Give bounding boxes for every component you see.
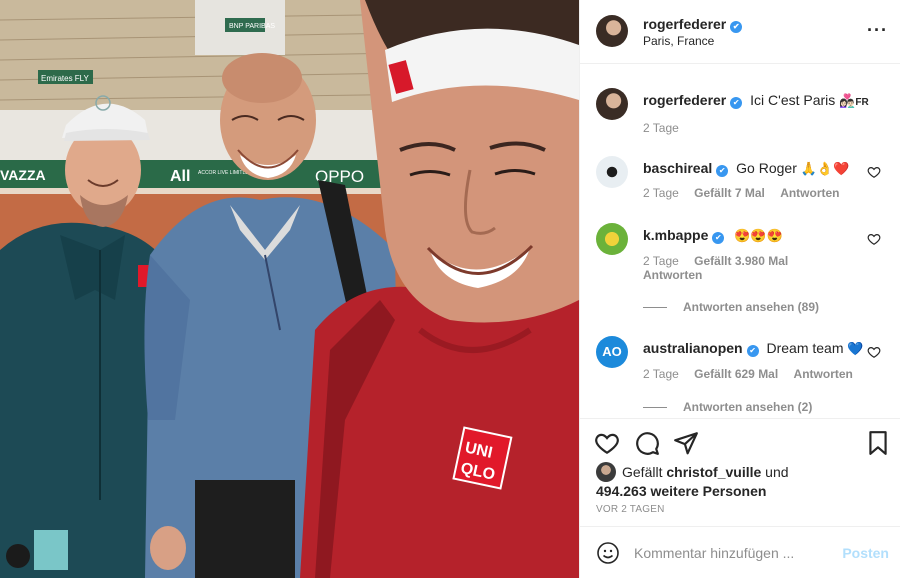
comment-bubble-icon[interactable] — [634, 430, 660, 456]
comment-likes[interactable]: Gefällt 7 Mal — [694, 186, 765, 200]
comment-age[interactable]: 2 Tage — [643, 186, 679, 200]
save-bookmark-icon[interactable] — [865, 430, 891, 456]
caption-emoji: 👩🏻‍❤️‍👨🏻 — [839, 93, 856, 108]
add-comment-section: Posten — [580, 526, 900, 578]
comment-age[interactable]: 2 Tage — [643, 254, 679, 268]
comment-emoji: 🙏👌❤️ — [800, 161, 850, 176]
comment-message: Dream team — [766, 340, 844, 356]
caption-username[interactable]: rogerfederer — [643, 92, 726, 108]
replies-divider-line — [643, 307, 667, 309]
likes-summary: Gefällt christof_vuille und 494.263 weit… — [596, 462, 886, 500]
post-details-panel: rogerfederer ✔ Paris, France ··· rogerfed… — [579, 0, 900, 578]
post-comment-button[interactable]: Posten — [842, 545, 889, 561]
share-paper-plane-icon[interactable] — [673, 430, 699, 456]
caption-meta: 2 Tage — [643, 121, 691, 135]
comment-meta: 2 Tage Gefällt 629 Mal Antworten — [643, 367, 865, 381]
comment-meta: 2 Tage Gefällt 7 Mal Antworten — [643, 186, 852, 200]
banner-bnp: BNP PARIBAS — [229, 23, 275, 30]
post-location[interactable]: Paris, France — [643, 34, 714, 48]
likes-and: und — [765, 464, 789, 480]
comment-message: Go Roger — [736, 160, 797, 176]
comment-likes[interactable]: Gefällt 3.980 Mal — [694, 254, 788, 268]
commenter-avatar[interactable] — [596, 156, 628, 188]
reply-button[interactable]: Antworten — [794, 367, 853, 381]
photo-illustration: BNP PARIBAS Emirates FLY VAZZA All ACCOR… — [0, 0, 579, 578]
post-photo[interactable]: BNP PARIBAS Emirates FLY VAZZA All ACCOR… — [0, 0, 579, 578]
verified-badge-icon: ✔ — [746, 345, 759, 357]
commenter-username[interactable]: k.mbappe — [643, 227, 708, 243]
like-comment-heart-icon[interactable] — [867, 165, 881, 179]
caption-flag: FR — [855, 97, 869, 108]
comment-age[interactable]: 2 Tage — [643, 367, 679, 381]
verified-badge-icon: ✔ — [716, 165, 729, 177]
like-comment-heart-icon[interactable] — [867, 232, 881, 246]
verified-badge-icon: ✔ — [730, 21, 743, 33]
verified-badge-icon: ✔ — [712, 232, 725, 244]
caption-text: rogerfederer ✔ Ici C'est Paris 👩🏻‍❤️‍👨🏻FR — [643, 92, 883, 109]
post-timestamp[interactable]: VOR 2 TAGEN — [596, 504, 665, 515]
comment-emoji: 💙 — [847, 341, 864, 356]
banner-emirates: Emirates FLY — [41, 74, 90, 83]
commenter-username[interactable]: baschireal — [643, 160, 712, 176]
view-replies-button[interactable]: Antworten ansehen (89) — [643, 300, 819, 314]
commenter-avatar[interactable] — [596, 223, 628, 255]
likes-count-link[interactable]: 494.263 weitere Personen — [596, 483, 766, 499]
banner-vazza: VAZZA — [0, 167, 46, 183]
reply-button[interactable]: Antworten — [780, 186, 839, 200]
liker-username[interactable]: christof_vuille — [666, 464, 761, 480]
caption-message: Ici C'est Paris — [750, 92, 836, 108]
commenter-username[interactable]: australianopen — [643, 340, 743, 356]
verified-badge-icon: ✔ — [730, 97, 743, 109]
uniqlo-logo: UNI QLO — [452, 426, 513, 490]
comment-input[interactable] — [634, 543, 834, 563]
comment-text: australianopen ✔ Dream team 💙 — [643, 340, 883, 357]
banner-all: All — [170, 168, 190, 185]
comment-meta: 2 Tage Gefällt 3.980 Mal Antworten — [643, 254, 873, 282]
comment-likes[interactable]: Gefällt 629 Mal — [694, 367, 778, 381]
view-replies-label[interactable]: Antworten ansehen (89) — [683, 300, 819, 314]
more-options-icon[interactable]: ··· — [867, 21, 888, 39]
reply-button[interactable]: Antworten — [643, 268, 702, 282]
comments-list[interactable]: rogerfederer ✔ Ici C'est Paris 👩🏻‍❤️‍👨🏻FR… — [580, 64, 900, 418]
post-header: rogerfederer ✔ Paris, France ··· — [580, 0, 900, 64]
liker-avatar[interactable] — [596, 462, 616, 482]
australianopen-logo-icon[interactable]: AO — [596, 336, 628, 368]
author-username-text[interactable]: rogerfederer — [643, 16, 726, 32]
caption-age[interactable]: 2 Tage — [643, 121, 679, 135]
view-replies-label[interactable]: Antworten ansehen (2) — [683, 400, 812, 414]
comment-text: baschireal ✔ Go Roger 🙏👌❤️ — [643, 160, 883, 177]
likes-prefix: Gefällt — [622, 464, 663, 480]
comment-text: k.mbappe ✔ 😍😍😍 — [643, 227, 883, 244]
replies-divider-line — [643, 407, 667, 409]
like-comment-heart-icon[interactable] — [867, 345, 881, 359]
view-replies-button[interactable]: Antworten ansehen (2) — [643, 400, 812, 414]
comment-emoji: 😍😍😍 — [734, 228, 783, 243]
author-avatar[interactable] — [596, 88, 628, 120]
author-avatar[interactable] — [596, 15, 628, 47]
emoji-smiley-icon[interactable] — [596, 541, 620, 565]
like-heart-icon[interactable] — [594, 430, 620, 456]
post-actions-bar — [580, 418, 900, 464]
author-username[interactable]: rogerfederer ✔ — [643, 16, 743, 33]
